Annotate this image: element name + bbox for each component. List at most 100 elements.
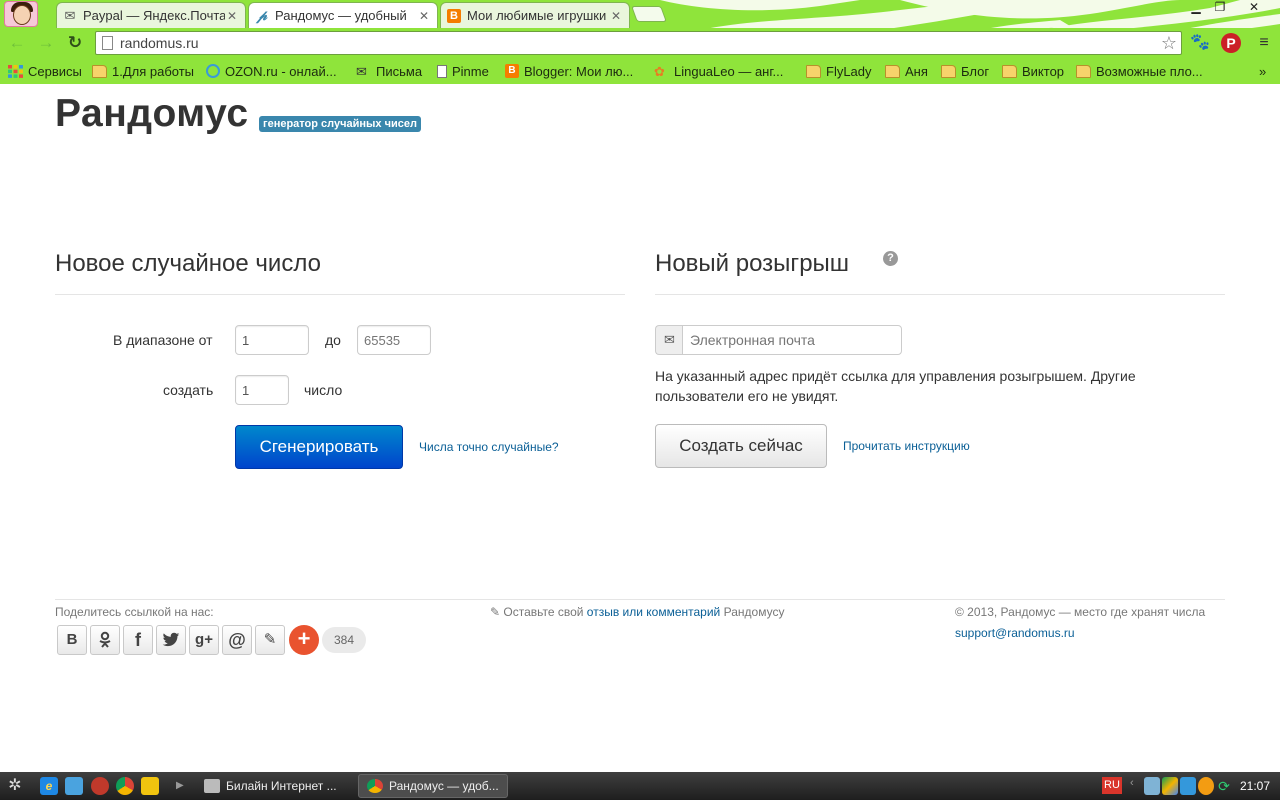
folder-icon — [1002, 64, 1017, 78]
tab-paypal-mail[interactable]: ✉ Paypal — Яндекс.Почта ✕ — [56, 2, 246, 28]
twitter-share-button[interactable] — [156, 625, 186, 655]
copyright-text: © 2013, Рандомус — место где хранят числ… — [955, 605, 1206, 619]
range-to-label: до — [325, 332, 341, 348]
folder-icon — [1076, 64, 1091, 78]
bookmark-services[interactable]: Сервисы — [8, 62, 82, 80]
explorer-icon[interactable] — [65, 777, 83, 795]
livejournal-pencil-icon[interactable]: ✎ — [255, 625, 285, 655]
new-tab-button[interactable] — [631, 6, 667, 22]
dropbox-icon[interactable] — [1180, 777, 1196, 795]
help-icon[interactable]: ? — [883, 251, 898, 266]
pinterest-p-icon: 𝓅 — [257, 7, 267, 23]
minimize-icon[interactable]: ▁ — [1186, 0, 1206, 16]
twitter-bird-icon — [162, 632, 180, 647]
bookmarks-bar: Сервисы 1.Для работы OZON.ru - онлай... … — [0, 58, 1280, 84]
tab-randomus[interactable]: 𝓅 Рандомус — удобный ✕ — [248, 2, 438, 28]
odnoklassniki-icon — [99, 631, 111, 648]
facebook-share-button[interactable]: f — [123, 625, 153, 655]
raffle-title: Новый розыгрыш — [655, 250, 850, 277]
folder-icon — [806, 64, 821, 78]
tab-blogger[interactable]: B Мои любимые игрушки ✕ — [440, 2, 630, 28]
bookmark-folder-anya[interactable]: Аня — [885, 62, 928, 80]
os-taskbar: ✲ e ▶ Билайн Интернет ... Рандомус — удо… — [0, 772, 1280, 800]
drive-icon[interactable] — [1162, 777, 1178, 795]
pencil-icon: ✎ — [490, 605, 501, 619]
bookmarks-overflow-chevron-icon[interactable]: » — [1259, 62, 1266, 80]
sync-icon[interactable]: ⟳ — [1216, 777, 1232, 795]
google-plus-share-button[interactable]: g+ — [189, 625, 219, 655]
chrome-icon[interactable] — [116, 777, 134, 795]
menu-icon[interactable]: ≡ — [1254, 33, 1274, 53]
share-count-badge: 384 — [322, 627, 366, 653]
envelope-icon: ✉ — [655, 325, 683, 355]
network-icon[interactable] — [1144, 777, 1160, 795]
lingualeo-icon: ✿ — [654, 63, 665, 79]
create-raffle-button[interactable]: Создать сейчас — [655, 424, 827, 468]
tasks-icon[interactable] — [141, 777, 159, 795]
language-indicator[interactable]: RU — [1102, 777, 1122, 794]
app-tray-icon[interactable] — [1198, 777, 1214, 795]
page-content: Рандомус генератор случайных чисел Новое… — [0, 84, 1280, 772]
site-logo[interactable]: Рандомус — [55, 92, 249, 136]
bookmark-pinme[interactable]: Pinme — [437, 62, 489, 80]
restore-icon[interactable]: ❐ — [1210, 0, 1230, 16]
count-label: создать — [163, 382, 214, 398]
back-arrow-icon[interactable]: ← — [7, 33, 27, 53]
support-email[interactable]: support@randomus.ru — [955, 626, 1075, 640]
taskbar-expand-icon[interactable]: ▶ — [176, 777, 194, 795]
apps-grid-icon — [8, 64, 23, 78]
url-text: randomus.ru — [120, 35, 199, 51]
support-email-link[interactable]: support@randomus.ru — [955, 626, 1075, 640]
share-label: Поделитесь ссылкой на нас: — [55, 605, 214, 619]
paw-extension-icon[interactable]: 🐾 — [1190, 33, 1210, 53]
bookmark-folder-blog[interactable]: Блог — [941, 62, 989, 80]
bookmark-folder-flylady[interactable]: FlyLady — [806, 62, 872, 80]
close-tab-icon[interactable]: ✕ — [609, 9, 623, 23]
bookmark-folder-viktor[interactable]: Виктор — [1002, 62, 1064, 80]
start-menu-icon[interactable]: ✲ — [6, 777, 24, 795]
more-share-plus-icon[interactable]: + — [289, 625, 319, 655]
feedback-link[interactable]: отзыв или комментарий — [587, 605, 720, 619]
forward-arrow-icon[interactable]: → — [36, 33, 56, 53]
email-input[interactable] — [682, 325, 902, 355]
divider — [655, 294, 1225, 295]
count-input[interactable] — [235, 375, 289, 405]
tab-strip: ✉ Paypal — Яндекс.Почта ✕ 𝓅 Рандомус — у… — [0, 0, 1280, 28]
profile-avatar[interactable] — [4, 1, 38, 27]
page-icon — [437, 64, 447, 78]
internet-explorer-icon[interactable]: e — [40, 777, 58, 795]
bookmark-star-icon[interactable]: ☆ — [1161, 32, 1177, 54]
odnoklassniki-share-button[interactable] — [90, 625, 120, 655]
bookmark-blogger[interactable]: B Blogger: Мои лю... — [505, 62, 633, 80]
address-bar[interactable]: randomus.ru ☆ — [95, 31, 1182, 55]
range-to-input[interactable] — [357, 325, 431, 355]
bookmark-lingualeo[interactable]: ✿ LinguaLeo — анг... — [654, 62, 783, 80]
range-from-input[interactable] — [235, 325, 309, 355]
close-tab-icon[interactable]: ✕ — [225, 9, 239, 23]
instructions-link[interactable]: Прочитать инструкцию — [843, 439, 970, 453]
footer-divider — [55, 599, 1225, 600]
reload-icon[interactable]: ↻ — [65, 33, 85, 53]
vk-share-button[interactable]: В — [57, 625, 87, 655]
generate-button[interactable]: Сгенерировать — [235, 425, 403, 469]
bookmark-ozon[interactable]: OZON.ru - онлай... — [206, 62, 337, 80]
pinterest-icon[interactable]: P — [1221, 33, 1241, 53]
chrome-icon — [367, 779, 383, 793]
task-beeline[interactable]: Билайн Интернет ... — [196, 774, 354, 798]
bookmark-folder-possible[interactable]: Возможные пло... — [1076, 62, 1203, 80]
bookmark-folder-work[interactable]: 1.Для работы — [92, 62, 194, 80]
close-window-icon[interactable]: ✕ — [1244, 0, 1264, 16]
bookmark-letters[interactable]: ✉ Письма — [356, 62, 422, 80]
system-clock: 21:07 — [1240, 779, 1271, 793]
opera-icon[interactable] — [91, 777, 109, 795]
tagline-label: генератор случайных чисел — [259, 116, 421, 132]
randomness-info-link[interactable]: Числа точно случайные? — [419, 440, 559, 454]
email-note: На указанный адрес придёт ссылка для упр… — [655, 368, 1136, 404]
task-randomus-chrome[interactable]: Рандомус — удоб... — [358, 774, 508, 798]
blogger-icon: B — [505, 64, 519, 78]
folder-icon — [92, 64, 107, 78]
mailru-share-button[interactable]: @ — [222, 625, 252, 655]
ozon-icon — [206, 64, 220, 78]
tray-expand-icon[interactable]: ‹ — [1130, 777, 1140, 795]
close-tab-icon[interactable]: ✕ — [417, 9, 431, 23]
